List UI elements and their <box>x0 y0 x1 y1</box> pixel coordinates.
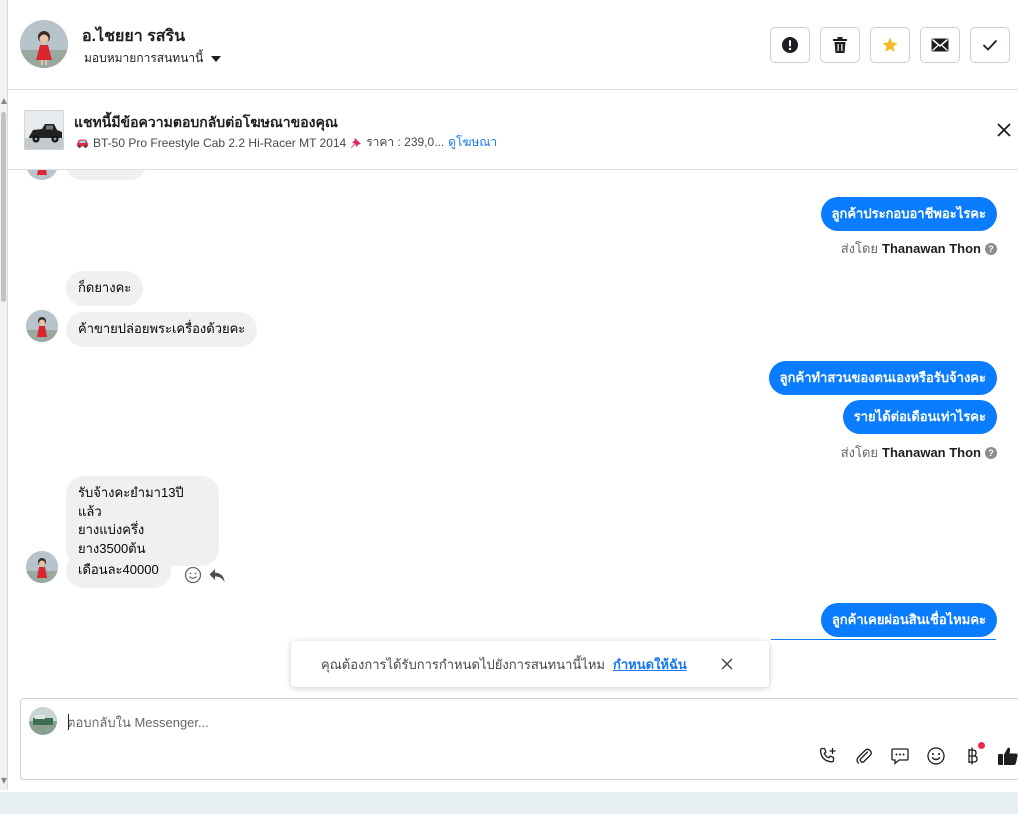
reply-input[interactable] <box>67 711 967 733</box>
thumbs-up-icon <box>998 747 1018 765</box>
contact-avatar-small[interactable] <box>26 310 58 342</box>
contact-avatar-image <box>20 20 68 68</box>
header-action-buttons <box>770 27 1010 63</box>
star-icon <box>882 37 898 52</box>
assign-label: มอบหมายการสนทนานี้ <box>84 51 204 65</box>
phone-plus-icon <box>819 747 836 763</box>
assign-suggestion-popup: คุณต้องการได้รับการกำหนดไปยังการสนทนานี้… <box>291 641 769 687</box>
left-scrollbar[interactable]: ▲ ▼ <box>0 0 8 790</box>
bottom-page-strip <box>0 792 1018 814</box>
sent-by-prefix: ส่งโดย <box>840 241 879 256</box>
reply-arrow-icon <box>209 569 225 582</box>
contact-avatar-image <box>26 170 58 180</box>
car-photo <box>25 111 63 149</box>
reply-composer <box>20 698 1018 780</box>
pushpin-icon <box>351 137 362 148</box>
scrollbar-thumb[interactable] <box>1 112 6 302</box>
scroll-up-arrow-icon[interactable]: ▲ <box>0 96 8 106</box>
contact-name[interactable]: อ.ไชยยา รสริน <box>82 24 185 49</box>
messenger-inbox-conversation: ▲ ▼ อ.ไชยยา รสริน มอบหมายการสนทนานี้ แชท… <box>0 0 1018 814</box>
call-button[interactable] <box>817 745 839 767</box>
saved-replies-button[interactable] <box>889 745 911 767</box>
close-suggestion-button[interactable] <box>719 656 735 672</box>
conversation-header: อ.ไชยยา รสริน มอบหมายการสนทนานี้ <box>8 0 1018 90</box>
star-button[interactable] <box>870 27 910 63</box>
sent-by-label: ส่งโดย Thanawan Thon ? <box>841 442 997 463</box>
contact-avatar-small <box>26 170 58 180</box>
mail-icon <box>931 38 949 52</box>
ad-reply-banner: แชทนี้มีข้อความตอบกลับต่อโฆษณาของคุณ BT-… <box>8 90 1018 170</box>
sent-by-prefix: ส่งโดย <box>840 445 879 460</box>
close-icon <box>721 658 733 670</box>
baht-icon <box>968 747 978 765</box>
react-button[interactable] <box>184 566 202 589</box>
message-bubble-outgoing[interactable]: ลูกค้าเคยผ่อนสินเชื่อไหมคะ <box>820 603 997 637</box>
saved-reply-icon <box>891 748 909 765</box>
help-icon[interactable]: ? <box>985 446 997 459</box>
car-emoji-icon <box>77 139 88 148</box>
contact-avatar-image <box>26 551 58 583</box>
text-cursor <box>68 714 69 730</box>
mark-done-button[interactable] <box>970 27 1010 63</box>
ad-car-label: BT-50 Pro Freestyle Cab 2.2 Hi-Racer MT … <box>93 135 347 150</box>
emoji-icon <box>927 747 945 765</box>
assign-to-me-link[interactable]: กำหนดให้ฉัน <box>613 654 687 675</box>
ad-banner-title: แชทนี้มีข้อความตอบกลับต่อโฆษณาของคุณ <box>74 114 338 130</box>
message-bubble-outgoing[interactable]: ลูกค้าประกอบอาชีพอะไรคะ <box>820 197 997 231</box>
message-line: รับจ้างคะยำมา13ปีแล้ว <box>78 485 184 519</box>
paperclip-icon <box>856 748 872 764</box>
assign-conversation-dropdown[interactable]: มอบหมายการสนทนานี้ <box>84 49 222 68</box>
alert-icon <box>782 37 798 53</box>
close-icon <box>997 123 1011 137</box>
ad-banner-details: BT-50 Pro Freestyle Cab 2.2 Hi-Racer MT … <box>76 133 497 152</box>
close-banner-button[interactable] <box>994 120 1014 140</box>
message-bubble-incoming[interactable]: เดือนละ40000 <box>66 553 171 588</box>
message-bubble-incoming[interactable]: ค้าขายปล่อยพระเครื่องด้วยคะ <box>66 312 258 347</box>
trash-icon <box>833 37 847 53</box>
notification-dot <box>978 742 985 749</box>
message-bubble-incoming[interactable]: ก็ดยางคะ <box>66 271 144 306</box>
payment-button[interactable] <box>961 742 985 767</box>
sent-by-name: Thanawan Thon <box>882 241 981 256</box>
page-avatar-image <box>29 707 57 735</box>
contact-avatar-image <box>26 310 58 342</box>
message-bubble-outgoing[interactable]: ลูกค้าทำสวนของตนเองหรือรับจ้างคะ <box>768 361 997 395</box>
contact-avatar-small[interactable] <box>26 551 58 583</box>
message-line: ยางแบ่งครึ่ง <box>78 522 145 537</box>
check-icon <box>982 39 998 51</box>
like-button[interactable] <box>997 745 1018 767</box>
message-thread[interactable]: ลูกค้าประกอบอาชีพอะไรคะ ส่งโดย Thanawan … <box>8 170 1018 690</box>
composer-toolbar <box>817 742 1018 767</box>
contact-avatar[interactable] <box>20 20 68 68</box>
reply-button[interactable] <box>208 566 226 589</box>
attach-button[interactable] <box>853 745 875 767</box>
typing-underline <box>771 639 996 640</box>
ad-car-thumbnail[interactable] <box>24 110 64 150</box>
help-icon[interactable]: ? <box>985 242 997 255</box>
mark-unread-button[interactable] <box>920 27 960 63</box>
suggestion-text: คุณต้องการได้รับการกำหนดไปยังการสนทนานี้… <box>321 656 605 672</box>
view-ad-link[interactable]: ดูโฆษณา <box>448 133 497 152</box>
scroll-down-arrow-icon[interactable]: ▼ <box>0 776 8 786</box>
delete-button[interactable] <box>820 27 860 63</box>
sent-by-label: ส่งโดย Thanawan Thon ? <box>841 238 997 259</box>
message-bubble-outgoing[interactable]: รายได้ต่อเดือนเท่าไรคะ <box>842 400 997 434</box>
message-bubble-incoming-partial[interactable] <box>66 170 146 180</box>
caret-down-icon <box>211 55 222 62</box>
emoji-button[interactable] <box>925 745 947 767</box>
mark-spam-button[interactable] <box>770 27 810 63</box>
ad-price-label: ราคา : 239,0... <box>366 135 445 149</box>
page-avatar <box>29 707 57 735</box>
sent-by-name: Thanawan Thon <box>882 445 981 460</box>
smiley-icon <box>184 566 202 584</box>
